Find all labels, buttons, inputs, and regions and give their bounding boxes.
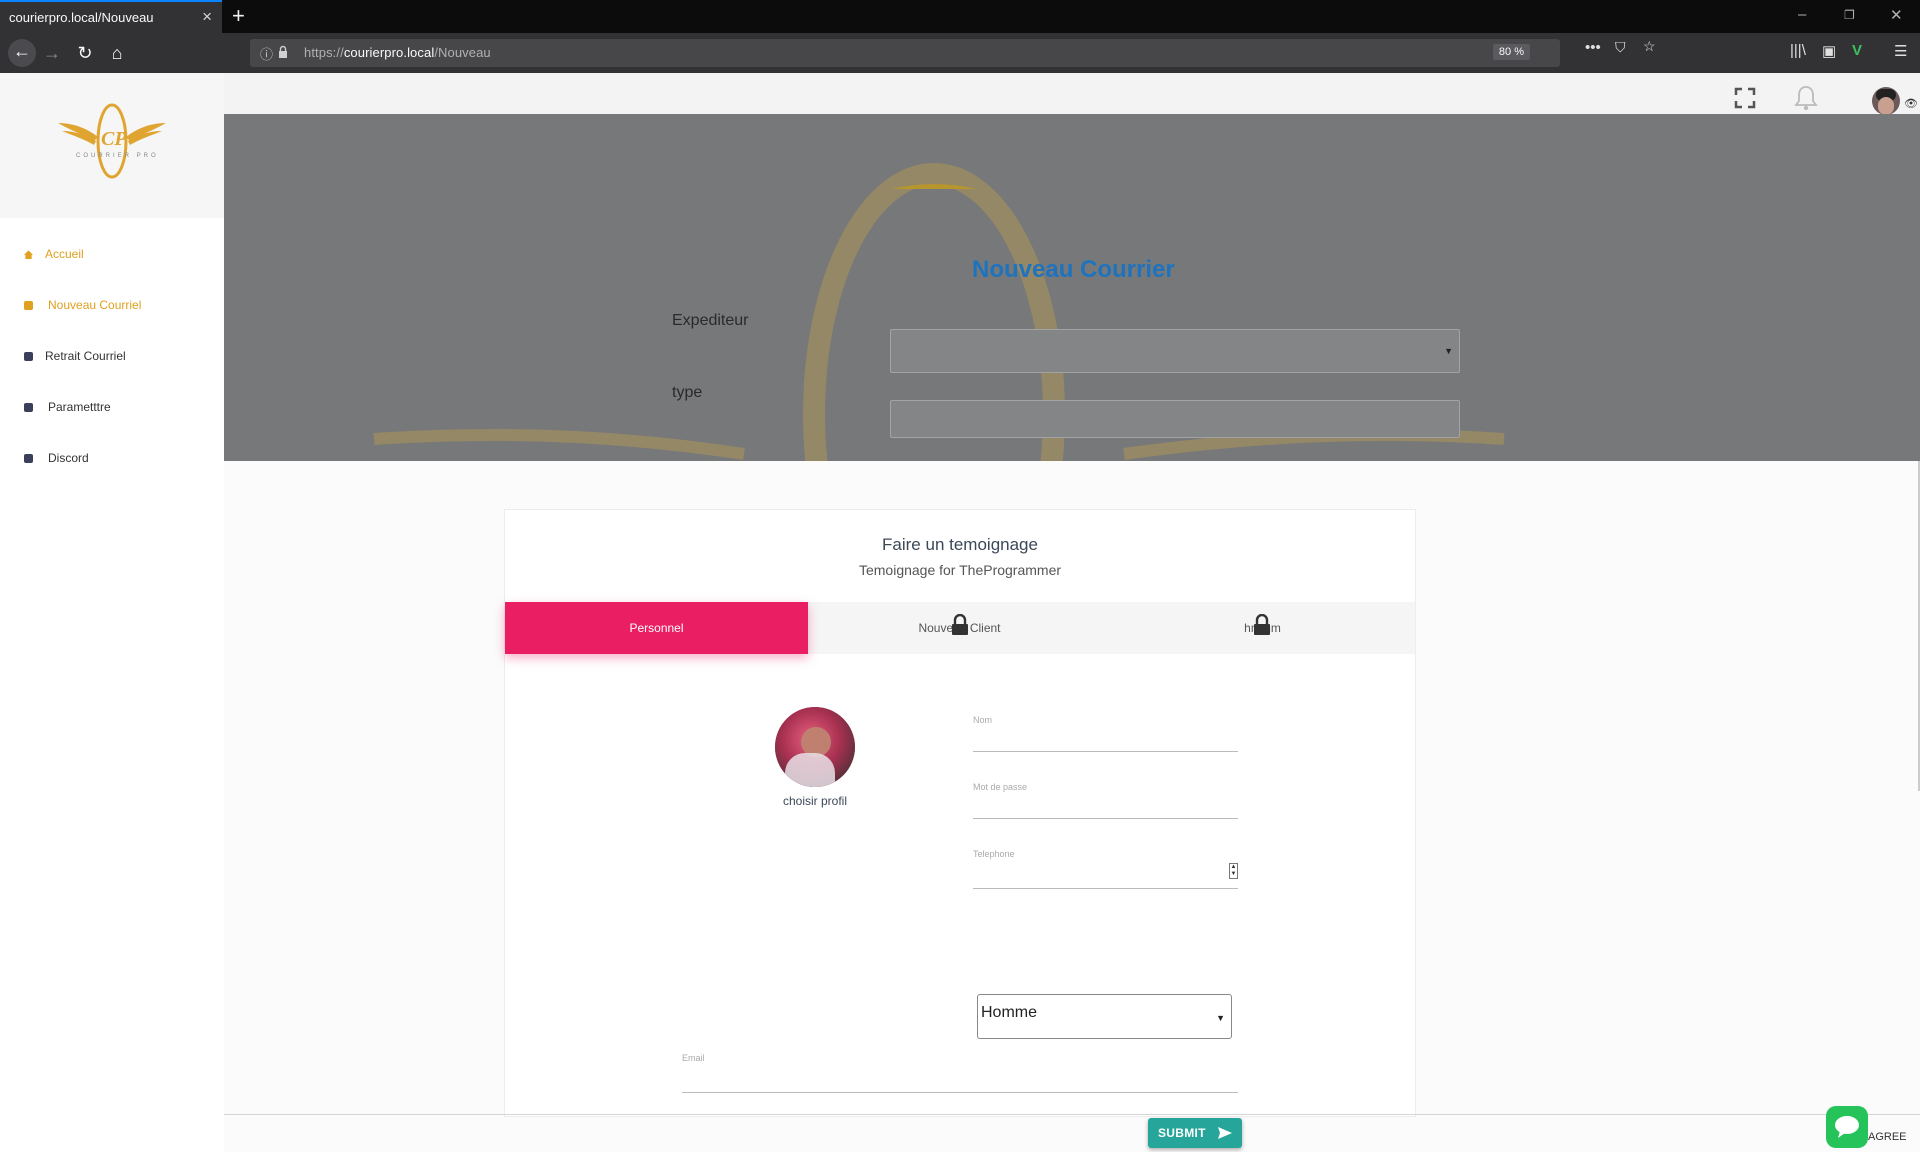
card-subtitle: Temoignage for TheProgrammer [858,562,1062,578]
sidebar-item-accueil[interactable]: Accueil [24,247,84,261]
email-field[interactable]: Email [682,1053,1238,1093]
gender-value: Homme [981,1004,1038,1021]
courierpro-logo: CP COURRIER PRO [58,103,166,179]
user-avatar[interactable] [1872,87,1900,115]
menu-icon[interactable]: ☰ [1894,42,1907,60]
card-title: Faire un temoignage [882,535,1038,554]
telephone-underline [973,888,1238,889]
svg-text:CP: CP [101,128,127,150]
lock-icon [952,614,968,635]
chat-bubble-icon [1835,1116,1859,1138]
choose-profile-caption: choisir profil [782,794,848,808]
gender-select[interactable]: Homme ▼ [977,994,1232,1039]
tab-hmmm[interactable]: hmmm [1111,602,1414,654]
url-bar[interactable]: ⓘ https://courierpro.local/Nouveau 80 % [250,39,1560,67]
page: 👁 CP COURRIER PRO Accueil Nouveau Courri… [0,73,1920,1152]
back-arrow-icon[interactable]: ← [8,39,36,67]
wizard-tabs: Personnel Nouveau Client hmmm [505,602,1415,654]
telephone-field[interactable]: Telephone ▲ ▼ [973,849,1238,889]
password-field[interactable]: Mot de passe [973,782,1238,819]
lock-icon [279,45,287,58]
logo-area: CP COURRIER PRO [0,73,224,218]
pocket-icon[interactable]: ⛉ [1615,39,1626,56]
zoom-level-badge[interactable]: 80 % [1492,44,1530,60]
window-close-icon[interactable]: ✕ [1890,6,1903,24]
password-underline [973,818,1238,819]
expediteur-label: Expediteur [672,312,749,329]
send-icon [1218,1127,1232,1139]
agree-text[interactable]: AGREE [1868,1131,1907,1143]
notification-bell-icon[interactable] [1794,85,1818,111]
nom-label: Nom [973,715,993,725]
sidebar: CP COURRIER PRO Accueil Nouveau Courriel… [0,73,224,1152]
password-label: Mot de passe [973,782,1028,792]
browser-tab-title: courierpro.local/Nouveau [9,10,154,25]
sidebar-item-parametttre[interactable]: Parametttre [24,400,111,414]
testimonial-wizard-card: Faire un temoignage Temoignage for ThePr… [504,509,1416,1148]
sidebar-toggle-icon[interactable]: ▣ [1822,42,1836,60]
top-bar [224,73,1920,114]
sidebar-item-nouveau-courriel[interactable]: Nouveau Courriel [24,298,141,312]
number-spinner-icon[interactable]: ▲ ▼ [1229,863,1238,879]
url-text: https://courierpro.local/Nouveau [304,45,491,60]
more-actions-icon[interactable]: ••• [1585,39,1601,56]
chat-widget-button[interactable] [1826,1106,1868,1148]
reload-icon[interactable]: ↻ [73,41,97,65]
document-icon [24,352,33,362]
expediteur-select[interactable]: ▼ [890,329,1460,373]
new-mail-form-overlay: Nouveau Courrier Expediteur ▼ type [224,114,1920,461]
new-tab-icon[interactable]: + [232,3,245,29]
telephone-label: Telephone [973,849,1015,859]
tab-personnel[interactable]: Personnel [505,602,808,654]
tab-nouveau-client[interactable]: Nouveau Client [808,602,1111,654]
restore-icon[interactable]: ❐ [1844,8,1855,22]
page-title: Nouveau Courrier [972,256,1175,283]
minimize-icon[interactable]: – [1798,6,1806,23]
profile-picture[interactable] [775,707,855,787]
site-info-icon[interactable]: ⓘ [260,44,273,63]
top-right-actions: 👁 [1700,73,1920,115]
document-icon [24,403,33,413]
svg-text:COURRIER PRO: COURRIER PRO [76,153,159,159]
close-tab-icon[interactable]: × [202,7,212,27]
browser-tab[interactable]: courierpro.local/Nouveau × [0,0,222,33]
home-icon[interactable]: ⌂ [105,41,129,65]
nom-field[interactable]: Nom [973,715,1238,752]
library-icon[interactable]: |||\ [1790,42,1806,59]
bookmark-star-icon[interactable]: ☆ [1643,38,1656,55]
forward-arrow-icon[interactable]: → [40,41,64,65]
fullscreen-icon[interactable] [1734,87,1756,109]
sidebar-item-discord[interactable]: Discord [24,451,89,465]
type-label: type [672,384,703,401]
footer-divider [224,1114,1920,1115]
lock-icon [1254,614,1270,635]
eye-icon[interactable]: 👁 [1904,97,1918,110]
email-label: Email [682,1053,705,1063]
document-icon [24,454,33,464]
browser-nav-bar: ← → ↻ ⌂ ⓘ https://courierpro.local/Nouve… [0,33,1920,73]
vue-devtools-icon[interactable]: V [1852,42,1862,59]
browser-tab-bar: courierpro.local/Nouveau × + – ❐ ✕ [0,0,1920,33]
nom-underline [973,751,1238,752]
submit-button[interactable]: SUBMIT [1148,1118,1242,1148]
chevron-down-icon: ▼ [1216,1013,1225,1023]
type-input[interactable] [890,400,1460,438]
chevron-down-icon: ▼ [1444,346,1453,356]
document-icon [24,301,33,311]
home-icon [24,250,33,260]
email-underline [682,1092,1238,1093]
sidebar-item-retrait-courriel[interactable]: Retrait Courriel [24,349,126,363]
